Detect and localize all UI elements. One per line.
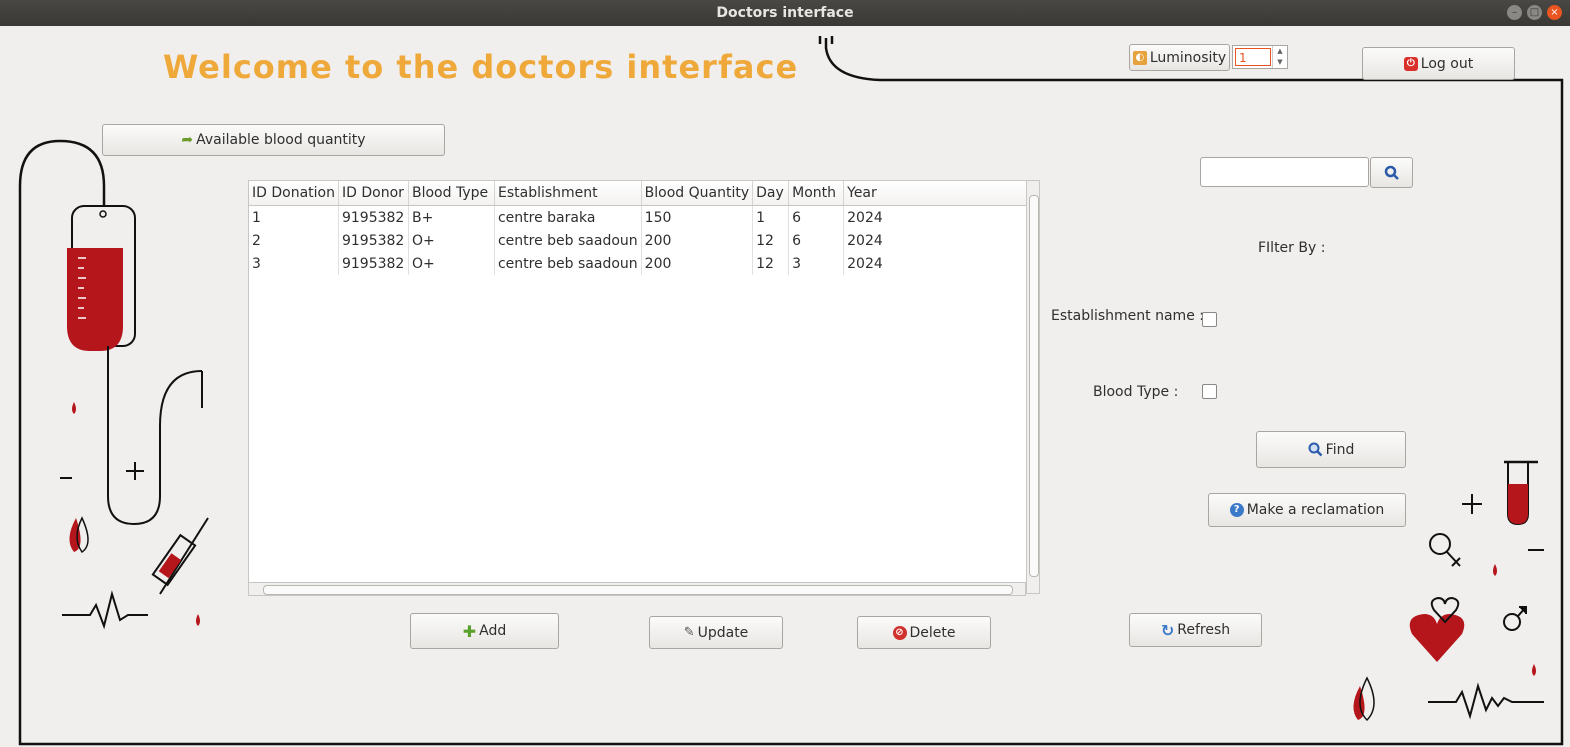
search-input[interactable] — [1200, 157, 1369, 187]
column-header[interactable]: Establishment — [494, 181, 642, 206]
drop-icon — [1532, 664, 1536, 676]
cell-month: 6 — [788, 205, 845, 229]
close-button[interactable]: × — [1547, 5, 1562, 20]
blood-drops-icon — [69, 516, 89, 554]
search-button[interactable] — [1370, 157, 1413, 188]
table-row[interactable]: 1 9195382 B+ centre baraka 150 1 6 2024 — [249, 205, 1030, 229]
female-symbol-icon — [1429, 533, 1461, 567]
filter-by-label: FIlter By : — [1258, 240, 1326, 256]
window-title: Doctors interface — [716, 5, 854, 21]
cell-day: 12 — [752, 252, 790, 275]
arrow-forward-icon: ➦ — [181, 132, 194, 148]
column-header[interactable]: Month — [788, 181, 845, 206]
donations-table: ID Donation ID Donor Blood Type Establis… — [248, 180, 1040, 594]
plus-sign-icon — [126, 462, 144, 480]
table-row[interactable]: 2 9195382 O+ centre beb saadoun 200 12 6… — [249, 229, 1030, 252]
luminosity-label: Luminosity — [1149, 49, 1227, 66]
add-label: Add — [479, 623, 507, 639]
cell-blood-quantity: 200 — [641, 229, 754, 252]
main-panel: Welcome to the doctors interface ◐ Lumin… — [0, 26, 1570, 747]
cell-establishment: centre beb saadoun — [494, 252, 642, 275]
delete-label: Delete — [909, 624, 956, 641]
delete-button[interactable]: ⊘ Delete — [857, 616, 991, 649]
add-button[interactable]: ✚ Add — [410, 613, 559, 649]
refresh-icon: ↻ — [1160, 620, 1175, 640]
cell-blood-type: B+ — [408, 205, 495, 229]
luminosity-stepper[interactable]: 1 ▲ ▼ — [1232, 45, 1288, 69]
drop-icon — [72, 402, 76, 414]
power-icon: ⏻ — [1403, 56, 1418, 71]
cell-id-donation: 3 — [249, 252, 339, 275]
pencil-icon: ✎ — [683, 625, 695, 640]
test-tube-icon — [1504, 460, 1538, 526]
column-header[interactable]: ID Donation — [249, 181, 339, 206]
reclamation-label: Make a reclamation — [1246, 502, 1385, 518]
plus-icon: ✚ — [462, 621, 477, 641]
cell-month: 3 — [788, 252, 845, 275]
make-reclamation-button[interactable]: ? Make a reclamation — [1208, 493, 1406, 527]
cell-blood-type: O+ — [408, 252, 495, 275]
horizontal-scrollbar[interactable] — [248, 582, 1026, 596]
male-symbol-icon — [1503, 606, 1527, 631]
column-header[interactable]: Blood Type — [408, 181, 495, 206]
cell-blood-quantity: 150 — [641, 205, 754, 229]
update-button[interactable]: ✎ Update — [649, 616, 783, 649]
drop-icon — [1493, 564, 1497, 576]
cell-blood-quantity: 200 — [641, 252, 754, 275]
column-header[interactable]: Year — [843, 181, 1031, 206]
update-label: Update — [697, 624, 749, 641]
cell-establishment: centre baraka — [494, 205, 642, 229]
table-header-row: ID Donation ID Donor Blood Type Establis… — [249, 181, 1031, 206]
luminosity-value[interactable]: 1 — [1235, 48, 1271, 66]
cell-id-donation: 1 — [249, 205, 339, 229]
palette-icon: ◐ — [1132, 50, 1147, 65]
logout-button[interactable]: ⏻ Log out — [1362, 47, 1515, 80]
cell-id-donor: 9195382 — [338, 229, 409, 252]
luminosity-button[interactable]: ◐ Luminosity — [1129, 44, 1230, 71]
blood-type-checkbox[interactable] — [1202, 384, 1217, 399]
window-titlebar: Doctors interface – □ × — [0, 0, 1570, 26]
cell-id-donation: 2 — [249, 229, 339, 252]
cell-year: 2024 — [847, 255, 883, 272]
syringe-icon — [151, 517, 209, 595]
search-icon — [1384, 165, 1399, 180]
blood-drops-icon — [1353, 676, 1375, 722]
available-blood-label: Available blood quantity — [196, 132, 366, 148]
column-header[interactable]: Blood Quantity — [641, 181, 754, 206]
help-icon: ? — [1229, 503, 1244, 517]
blood-type-label: Blood Type : — [1093, 384, 1179, 400]
cell-month: 6 — [788, 229, 845, 252]
cell-year: 2024 — [847, 209, 883, 226]
stepper-arrows-icon[interactable]: ▲ ▼ — [1272, 46, 1287, 68]
heart-icon — [1409, 596, 1465, 662]
heartbeat-icon — [62, 590, 148, 630]
stop-icon: ⊘ — [892, 625, 907, 640]
establishment-name-label: Establishment name : — [1051, 308, 1204, 324]
find-button[interactable]: Find — [1256, 431, 1406, 468]
cell-establishment: centre beb saadoun — [494, 229, 642, 252]
table-row[interactable]: 3 9195382 O+ centre beb saadoun 200 12 3… — [249, 252, 1030, 275]
refresh-button[interactable]: ↻ Refresh — [1129, 613, 1262, 647]
column-header[interactable]: ID Donor — [338, 181, 409, 206]
available-blood-button[interactable]: ➦ Available blood quantity — [102, 124, 445, 156]
cell-id-donor: 9195382 — [338, 205, 409, 229]
plus-sign-icon — [1462, 494, 1482, 514]
cell-day: 12 — [752, 229, 790, 252]
heartbeat-icon — [1428, 682, 1544, 720]
minimize-button[interactable]: – — [1507, 5, 1522, 20]
cell-blood-type: O+ — [408, 229, 495, 252]
maximize-button[interactable]: □ — [1527, 5, 1542, 20]
cell-year: 2024 — [847, 232, 883, 249]
find-label: Find — [1325, 441, 1355, 458]
cell-day: 1 — [752, 205, 790, 229]
refresh-label: Refresh — [1177, 622, 1231, 638]
search-icon — [1308, 442, 1323, 457]
cell-id-donor: 9195382 — [338, 252, 409, 275]
page-title: Welcome to the doctors interface — [163, 48, 799, 86]
column-header[interactable]: Day — [752, 181, 790, 206]
logout-label: Log out — [1420, 55, 1474, 72]
vertical-scrollbar[interactable] — [1026, 180, 1040, 594]
drop-icon — [196, 614, 200, 626]
establishment-name-checkbox[interactable] — [1202, 312, 1217, 327]
